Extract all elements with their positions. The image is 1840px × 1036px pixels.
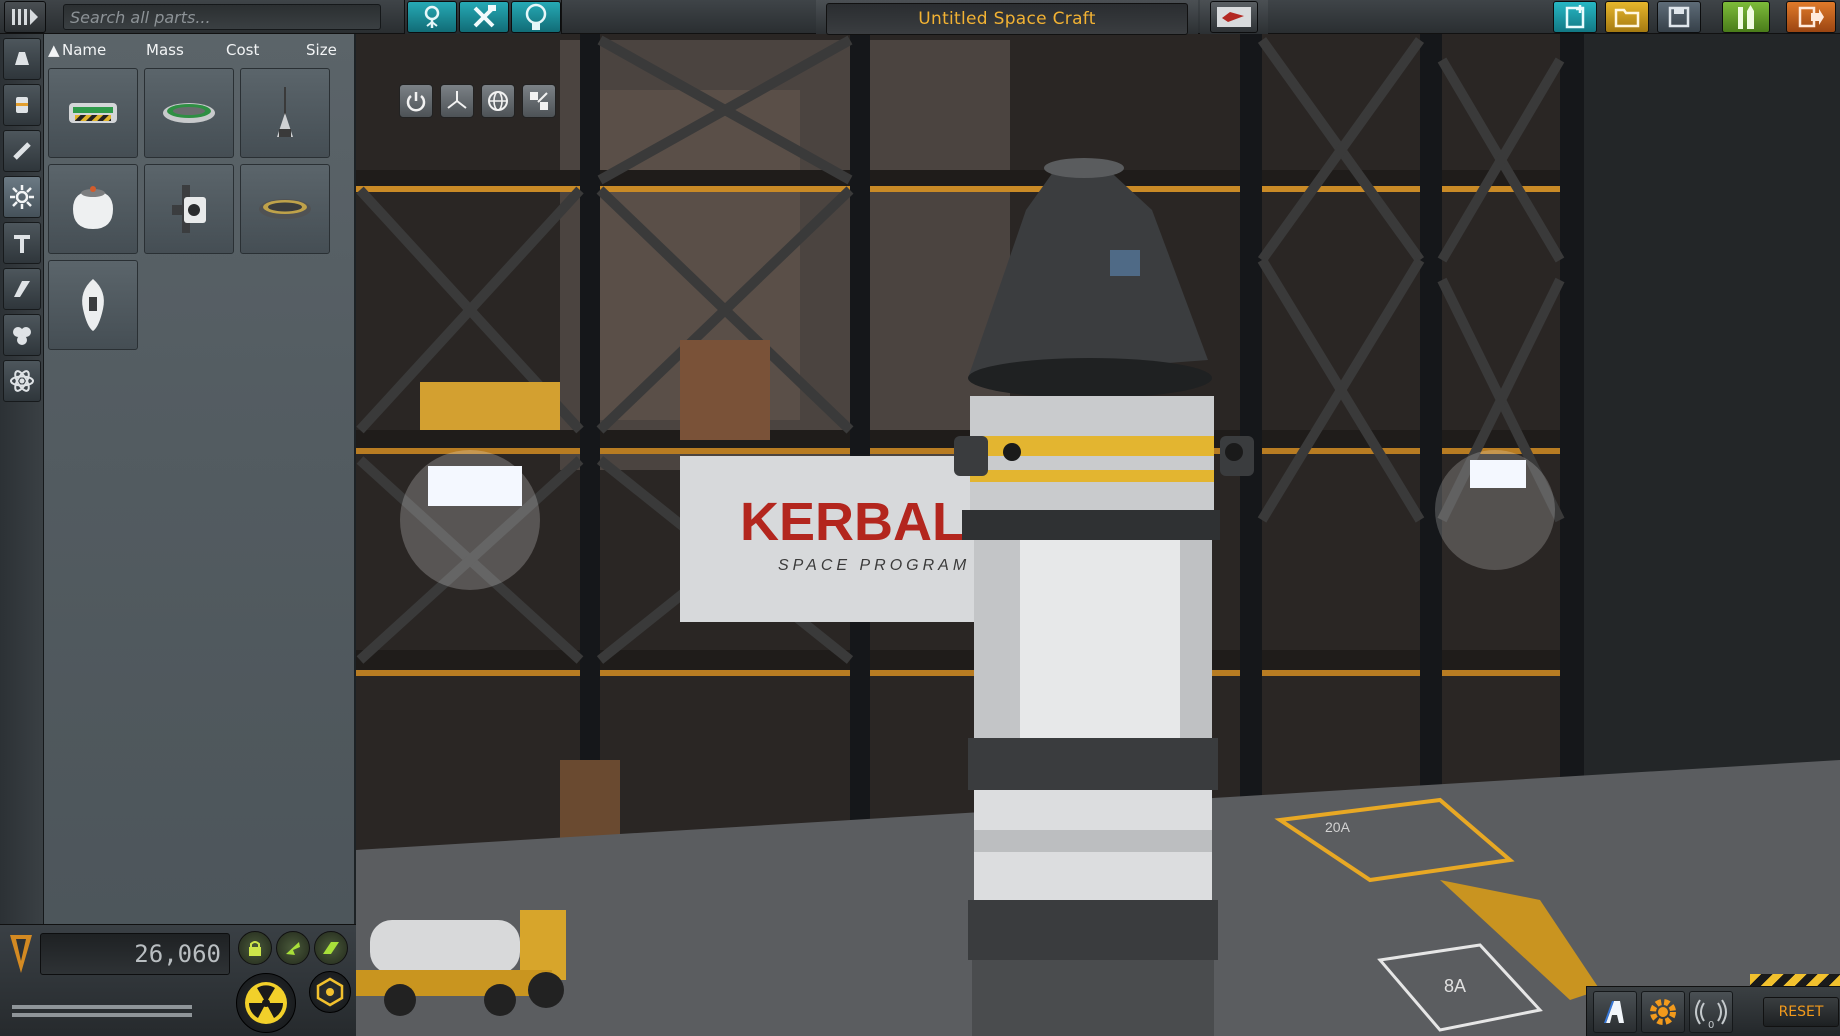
lock-icon	[249, 941, 261, 956]
hexagon-node-icon	[316, 977, 344, 1007]
launch-tower-icon	[1738, 5, 1754, 29]
reset-button[interactable]: RESET	[1763, 997, 1839, 1027]
axes-icon	[447, 91, 467, 109]
rcs-block-icon	[172, 185, 206, 233]
part-tile[interactable]	[48, 68, 138, 158]
wrench-hammer-icon	[473, 5, 496, 28]
category-aerodynamics[interactable]	[3, 268, 41, 310]
sort-size-button[interactable]: Size	[306, 41, 337, 59]
funds-icon	[10, 935, 32, 973]
root-gizmo-button[interactable]	[522, 84, 556, 118]
editor-toolbar: Untitled Space Craft	[0, 0, 1840, 35]
engineer-report-button[interactable]	[236, 973, 296, 1033]
load-craft-button[interactable]	[1605, 1, 1649, 33]
reaction-wheel-pod-icon	[73, 186, 113, 229]
radial-symmetry-button[interactable]	[314, 931, 348, 965]
category-utility[interactable]	[3, 314, 41, 356]
exit-editor-button[interactable]	[1786, 1, 1836, 33]
category-fuel-tanks[interactable]	[3, 84, 41, 126]
part-tile[interactable]	[144, 68, 234, 158]
floppy-disk-icon	[1668, 6, 1690, 28]
radiation-icon	[245, 982, 287, 1024]
sort-mass-button[interactable]: Mass	[146, 41, 184, 59]
collapse-parts-icon[interactable]	[4, 1, 46, 33]
kerbal-engineer-button[interactable]	[1593, 991, 1637, 1033]
category-pods[interactable]	[3, 38, 41, 80]
sort-cost-button[interactable]: Cost	[226, 41, 259, 59]
new-document-icon	[1565, 5, 1585, 29]
angle-snap-icon	[286, 942, 300, 955]
vab-editor: KERBAL SPACE PROGRAM 20A 8A Search all p…	[0, 0, 1840, 1036]
wing-symmetry-icon	[323, 942, 339, 954]
place-mode-button[interactable]	[407, 1, 457, 33]
globe-icon	[488, 91, 508, 111]
sort-header: ▲ Name Mass Cost Size	[44, 34, 356, 64]
folder-icon	[1614, 8, 1640, 28]
offset-gizmo-button[interactable]	[440, 84, 474, 118]
kerbal-head-icon	[525, 3, 547, 30]
utility-cluster-icon	[13, 327, 31, 345]
symmetry-lock-button[interactable]	[238, 931, 272, 965]
sort-name-button[interactable]: Name	[62, 41, 106, 59]
save-craft-button[interactable]	[1657, 1, 1701, 33]
rotate-gizmo-button[interactable]	[481, 84, 515, 118]
category-control[interactable]	[3, 176, 41, 218]
parts-list-panel: ▲ Name Mass Cost Size	[44, 34, 356, 924]
funds-display: 26,060	[40, 933, 230, 975]
probe-core-icon	[82, 279, 104, 331]
engine-icon	[13, 142, 31, 160]
exit-arrow-icon	[1798, 6, 1824, 28]
part-tile[interactable]	[144, 164, 234, 254]
part-tile[interactable]	[48, 260, 138, 350]
search-input[interactable]	[63, 4, 381, 30]
pod-icon	[15, 52, 29, 65]
staging-slider[interactable]	[12, 1003, 192, 1021]
decoupler-striped-icon	[69, 103, 117, 123]
crane-icon	[424, 5, 440, 28]
category-structural[interactable]	[3, 222, 41, 264]
gear-sun-icon	[10, 185, 34, 209]
ring-decoupler-icon	[163, 103, 215, 123]
nose-cone-icon	[277, 87, 293, 137]
part-tile[interactable]	[48, 164, 138, 254]
wing-icon	[14, 281, 30, 297]
category-science[interactable]	[3, 360, 41, 402]
crew-mode-button[interactable]	[511, 1, 561, 33]
craft-flag-button[interactable]	[1210, 1, 1258, 33]
craft-name-field[interactable]: Untitled Space Craft	[826, 3, 1188, 35]
letter-a-icon	[1604, 1001, 1624, 1023]
funds-and-actions-panel: 26,060	[0, 924, 356, 1036]
settings-app-button[interactable]	[1641, 991, 1685, 1033]
sort-arrow-icon: ▲	[48, 41, 60, 59]
reroot-icon	[530, 92, 548, 110]
fuel-tank-icon	[16, 97, 28, 113]
attach-mode-button[interactable]	[309, 971, 351, 1013]
part-tile[interactable]	[240, 68, 330, 158]
hazard-stripe	[1750, 974, 1840, 986]
category-engines[interactable]	[3, 130, 41, 172]
commnet-button[interactable]: 0	[1689, 991, 1733, 1033]
docking-ring-icon	[259, 199, 311, 219]
new-craft-button[interactable]	[1553, 1, 1597, 33]
atom-icon	[10, 370, 34, 392]
flag-icon	[1217, 7, 1251, 27]
place-gizmo-button[interactable]	[399, 84, 433, 118]
editor-mode-group	[404, 0, 562, 34]
comm-count: 0	[1708, 1020, 1715, 1031]
category-sidebar	[0, 34, 44, 924]
power-icon	[406, 92, 426, 112]
edit-mode-button[interactable]	[459, 1, 509, 33]
part-tile[interactable]	[240, 164, 330, 254]
angle-snap-button[interactable]	[276, 931, 310, 965]
launch-button[interactable]	[1722, 1, 1770, 33]
orange-gear-icon	[1650, 999, 1676, 1025]
app-launcher-toolbar: 0 RESET	[1586, 986, 1840, 1036]
girder-icon	[14, 235, 30, 253]
